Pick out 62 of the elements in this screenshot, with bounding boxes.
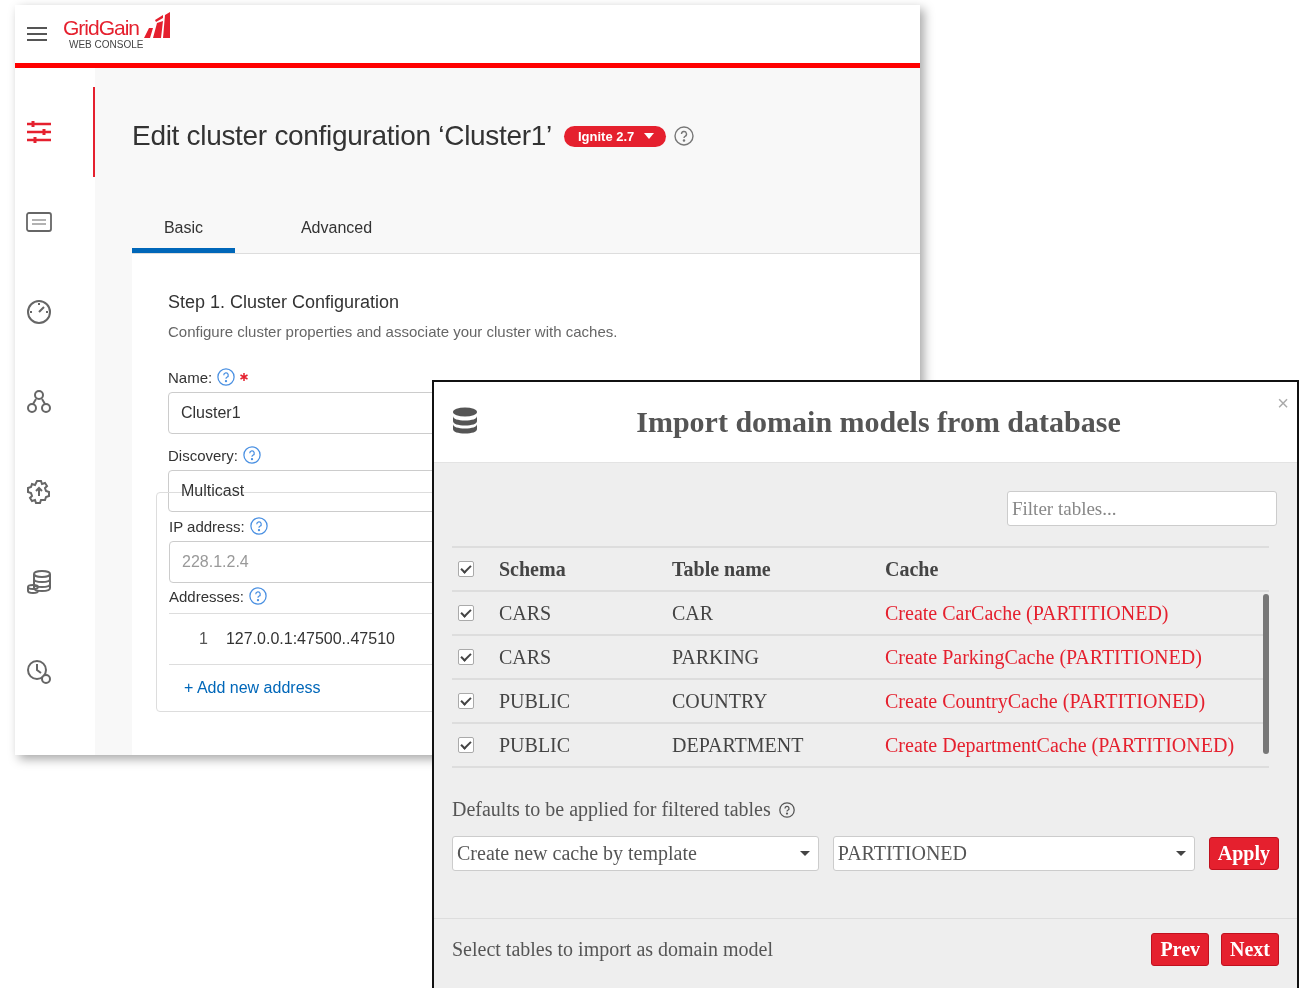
apply-button[interactable]: Apply — [1208, 837, 1279, 870]
row-checkbox[interactable] — [458, 737, 474, 753]
nodes-icon — [26, 389, 52, 415]
template-select[interactable]: Create new cache by template — [452, 836, 819, 871]
sail-logo-icon — [141, 10, 172, 39]
caret-icon — [644, 133, 655, 139]
logo-subtitle: WEB CONSOLE — [69, 38, 145, 50]
column-header: Schema — [499, 557, 567, 581]
clock-icon — [26, 659, 52, 685]
cache-link[interactable]: Create ParkingCache (PARTITIONED) — [885, 645, 1202, 669]
menu-icon[interactable] — [27, 27, 47, 41]
address-value: 127.0.0.1:47500..47510 — [225, 630, 395, 648]
cache-mode-select[interactable]: PARTITIONED — [832, 836, 1195, 871]
field-label: Discovery: — [168, 446, 238, 464]
version-dropdown[interactable]: Ignite 2.7 — [564, 125, 667, 147]
table-cell-text: CAR — [672, 601, 715, 625]
help-icon[interactable] — [243, 446, 261, 464]
row-checkbox[interactable] — [458, 693, 474, 709]
cache-link[interactable]: Create CarCache (PARTITIONED) — [885, 601, 1169, 625]
sql-icon — [26, 211, 52, 233]
prev-button[interactable]: Prev — [1151, 933, 1209, 966]
filter-input[interactable]: Filter tables... — [1007, 491, 1277, 526]
column-header: Cache — [885, 557, 939, 581]
row-checkbox[interactable] — [458, 649, 474, 665]
gear-upload-icon — [26, 479, 52, 505]
field-label: Addresses: — [169, 587, 245, 605]
gauge-icon — [26, 299, 52, 325]
table-cell-text: PARKING — [672, 645, 761, 669]
table-cell-text: PUBLIC — [499, 689, 572, 713]
help-icon[interactable] — [249, 587, 268, 605]
caret-icon — [799, 851, 810, 856]
table-cell-text: DEPARTMENT — [672, 733, 805, 757]
caret-icon — [1175, 851, 1186, 856]
help-icon[interactable] — [778, 801, 795, 818]
field-label: Name: — [168, 368, 213, 386]
sliders-icon — [26, 121, 52, 143]
page-title: Edit cluster configuration ‘Cluster1’ — [132, 120, 552, 152]
cache-link[interactable]: Create CountryCache (PARTITIONED) — [885, 689, 1206, 713]
table-cell-text: CARS — [499, 645, 553, 669]
help-icon[interactable] — [674, 126, 695, 146]
table-cell-text: CARS — [499, 601, 553, 625]
field-label: IP address: — [169, 517, 245, 535]
table-cell-text: PUBLIC — [499, 733, 572, 757]
step-title: Step 1. Cluster Configuration — [168, 292, 401, 313]
help-icon[interactable] — [217, 368, 236, 386]
add-address-link[interactable]: + Add new address — [184, 679, 321, 697]
footer-hint: Select tables to import as domain model — [452, 938, 774, 961]
help-icon[interactable] — [249, 517, 268, 535]
select-all-checkbox[interactable] — [458, 561, 474, 577]
cache-link[interactable]: Create DepartmentCache (PARTITIONED) — [885, 733, 1235, 757]
tab[interactable]: Advanced — [285, 214, 388, 253]
row-number: 1 — [199, 630, 208, 648]
close-button[interactable]: × — [1277, 392, 1289, 415]
step-description: Configure cluster properties and associate your cluster with caches. — [168, 323, 619, 340]
next-button[interactable]: Next — [1221, 933, 1279, 966]
database-icon — [26, 569, 52, 595]
row-checkbox[interactable] — [458, 605, 474, 621]
table-cell-text: COUNTRY — [672, 689, 769, 713]
logo-text: GridGain — [63, 16, 140, 39]
defaults-label: Defaults to be applied for filtered tables — [452, 798, 771, 821]
scrollbar[interactable] — [1263, 594, 1269, 754]
column-header: Table name — [672, 557, 772, 581]
